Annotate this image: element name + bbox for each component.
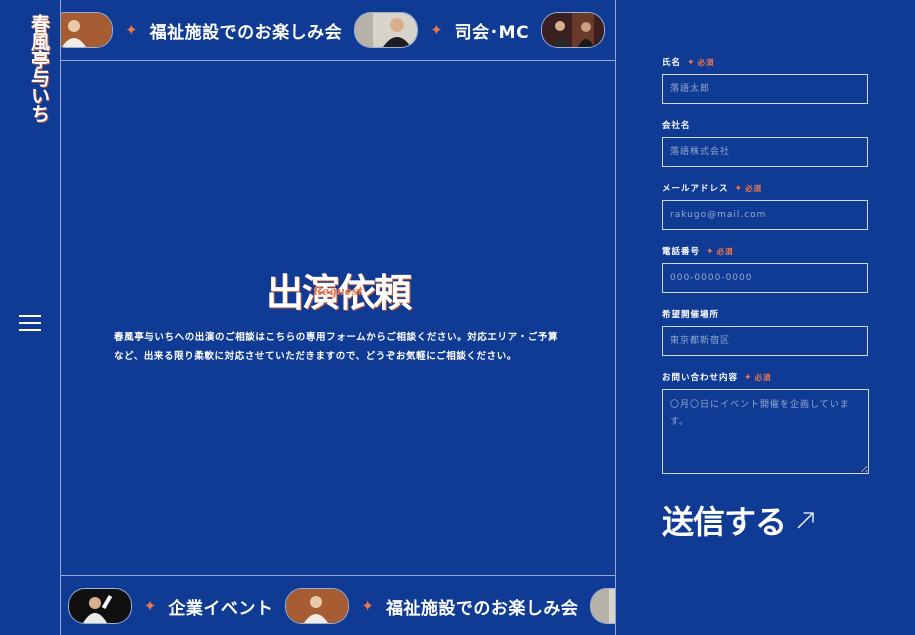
field-email: メールアドレス ✦ 必須 [662, 178, 872, 230]
brand-logo[interactable]: 春風亭与いち [10, 14, 50, 122]
hero: 出演依頼 Request [61, 270, 615, 316]
field-label: 会社名 [662, 121, 691, 131]
page: 春風亭与いち ✦ 福祉施設でのお楽しみ会 ✦ 司会･MC ✦ 温 出演依頼 Re [0, 0, 915, 635]
request-form: 氏名 ✦必須 会社名 メールアドレス ✦必須 電話番号 ✦必須 希望開催場所 [662, 52, 872, 478]
ticker-top: ✦ 福祉施設でのお楽しみ会 ✦ 司会･MC ✦ 温 [61, 0, 615, 61]
sidebar: 春風亭与いち [0, 0, 61, 635]
field-venue: 希望開催場所 [662, 304, 872, 356]
required-star-icon: ✦ [744, 373, 753, 383]
required-badge: ✦ 必須 [734, 184, 763, 194]
ticker-photo [541, 12, 606, 48]
field-phone: 電話番号 ✦ 必須 [662, 241, 872, 293]
field-label: 希望開催場所 [662, 310, 720, 320]
field-label: 電話番号 [662, 247, 701, 257]
separator-star-icon: ✦ [143, 597, 157, 615]
message-textarea[interactable] [662, 389, 869, 474]
required-star-icon: ✦ [734, 184, 744, 194]
hamburger-icon[interactable] [19, 315, 41, 331]
phone-input[interactable] [662, 263, 868, 293]
required-badge: ✦ 必須 [706, 247, 734, 257]
field-label: メールアドレス [662, 184, 729, 194]
submit-button[interactable]: 送信する [662, 498, 816, 542]
name-input[interactable] [662, 74, 868, 104]
ticker-bottom: · ✦ 企業イベント ✦ 福祉施設でのお楽しみ会 [61, 575, 615, 635]
venue-input[interactable] [662, 326, 868, 356]
ticker-text: 司会･MC [454, 22, 530, 43]
ticker-photo [590, 588, 615, 624]
ticker-photo [61, 12, 113, 48]
separator-star-icon: ✦ [361, 597, 374, 615]
column-divider [615, 0, 616, 635]
ticker-photo [67, 588, 132, 624]
ticker-text: 福祉施設でのお楽しみ会 [149, 22, 343, 43]
required-badge: ✦ 必須 [687, 58, 715, 68]
ticker-text: 福祉施設でのお楽しみ会 [385, 598, 579, 619]
required-badge: ✦ 必須 [744, 373, 772, 383]
ticker-photo [285, 588, 350, 624]
separator-star-icon: ✦ [125, 21, 138, 39]
separator-star-icon: ✦ [430, 21, 443, 39]
field-name: 氏名 ✦ 必須 [662, 52, 872, 104]
required-star-icon: ✦ [687, 58, 696, 68]
field-label: お問い合わせ内容 [662, 373, 739, 383]
arrow-up-right-icon [797, 512, 814, 529]
field-label: 氏名 [662, 58, 682, 68]
field-message: お問い合わせ内容 ✦ 必須 [662, 367, 872, 478]
page-title-en: Request [312, 285, 364, 298]
required-star-icon: ✦ [706, 247, 715, 257]
ticker-text: 企業イベント [168, 598, 274, 619]
lead-text: 春風亭与いちへの出演のご相談はこちらの専用フォームからご相談ください。対応エリア… [114, 332, 559, 362]
company-input[interactable] [662, 137, 868, 167]
submit-label: 送信する [662, 503, 787, 541]
ticker-photo [354, 12, 419, 48]
field-company: 会社名 [662, 115, 872, 167]
email-input[interactable] [662, 200, 868, 230]
